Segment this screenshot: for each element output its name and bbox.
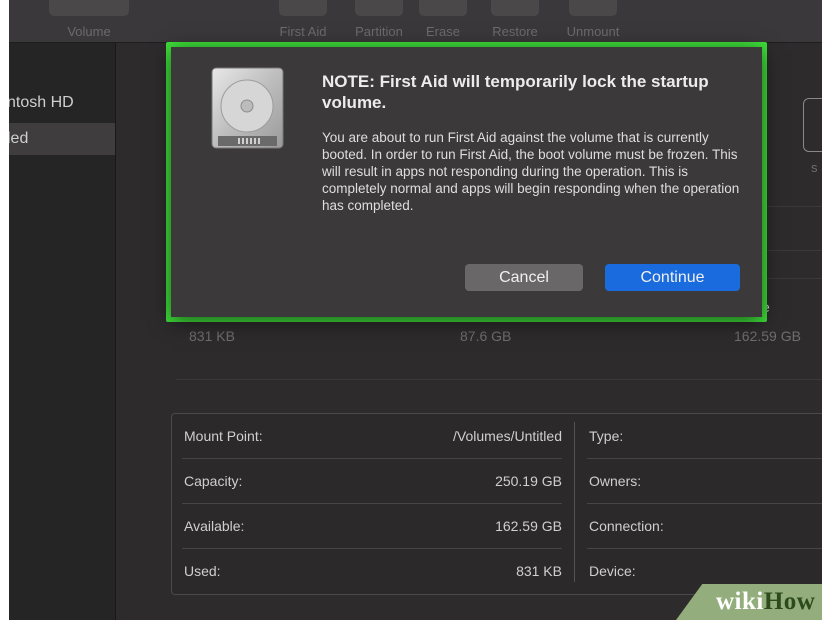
connection-label: Connection: bbox=[589, 518, 664, 534]
cancel-button[interactable]: Cancel bbox=[465, 264, 583, 291]
mount-point-label: Mount Point: bbox=[184, 428, 263, 444]
sidebar-item-untitled[interactable]: led bbox=[9, 123, 115, 155]
restore-label: Restore bbox=[492, 24, 538, 39]
volume-icon bbox=[49, 0, 129, 16]
partial-volume-icon bbox=[803, 98, 822, 152]
pie-icon bbox=[355, 0, 403, 16]
disk-utility-window: Volume First Aid Partition Erase Restore… bbox=[9, 0, 822, 620]
sidebar-item-label: led bbox=[9, 130, 29, 147]
owners-label: Owners: bbox=[589, 473, 642, 489]
volume-label: Volume bbox=[67, 24, 111, 39]
restore-button[interactable]: Restore bbox=[485, 0, 545, 42]
partial-label: s bbox=[811, 160, 818, 175]
erase-icon bbox=[419, 0, 467, 16]
info-table: Mount Point: /Volumes/Untitled Type: Cap… bbox=[171, 413, 822, 595]
device-label: Device: bbox=[589, 563, 636, 579]
available-value: 162.59 GB bbox=[495, 518, 562, 534]
mount-point-value: /Volumes/Untitled bbox=[453, 428, 562, 444]
first-aid-label: First Aid bbox=[279, 24, 327, 39]
capacity-label: Capacity: bbox=[184, 473, 243, 489]
other-stat: 87.6 GB bbox=[460, 328, 512, 344]
dialog-title: NOTE: First Aid will temporarily lock th… bbox=[322, 72, 709, 112]
sidebar: ntosh HD led bbox=[9, 43, 116, 620]
erase-button[interactable]: Erase bbox=[413, 0, 473, 42]
first-aid-alert-dialog: NOTE: First Aid will temporarily lock th… bbox=[171, 47, 762, 317]
hard-drive-icon bbox=[211, 67, 284, 149]
unmount-label: Unmount bbox=[566, 24, 620, 39]
eject-icon bbox=[569, 0, 617, 16]
used-label: Used: bbox=[184, 563, 221, 579]
type-label: Type: bbox=[589, 428, 624, 444]
stethoscope-icon bbox=[279, 0, 327, 16]
partition-button[interactable]: Partition bbox=[349, 0, 409, 42]
table-row: Available: 162.59 GB Connection: bbox=[172, 504, 822, 549]
dialog-message: You are about to run First Aid against t… bbox=[322, 130, 740, 213]
used-stat: 831 KB bbox=[189, 328, 235, 344]
sidebar-item-label: ntosh HD bbox=[9, 94, 74, 111]
continue-button[interactable]: Continue bbox=[605, 264, 740, 291]
toolbar: Volume First Aid Partition Erase Restore… bbox=[9, 0, 822, 43]
wikihow-logo: wikiHow bbox=[716, 588, 815, 616]
divider bbox=[176, 379, 822, 380]
volume-button[interactable]: Volume bbox=[49, 0, 129, 42]
first-aid-button[interactable]: First Aid bbox=[273, 0, 333, 42]
table-row: Capacity: 250.19 GB Owners: bbox=[172, 459, 822, 504]
available-label: Available: bbox=[184, 518, 245, 534]
restore-icon bbox=[491, 0, 539, 16]
erase-label: Erase bbox=[426, 24, 460, 39]
free-stat: 162.59 GB bbox=[734, 328, 801, 344]
unmount-button[interactable]: Unmount bbox=[563, 0, 623, 42]
logo-wiki: wiki bbox=[716, 588, 764, 615]
sidebar-item-macintosh-hd[interactable]: ntosh HD bbox=[9, 87, 115, 119]
used-value: 831 KB bbox=[516, 563, 562, 579]
capacity-value: 250.19 GB bbox=[495, 473, 562, 489]
table-row: Mount Point: /Volumes/Untitled Type: bbox=[172, 414, 822, 459]
logo-how: How bbox=[763, 588, 816, 615]
